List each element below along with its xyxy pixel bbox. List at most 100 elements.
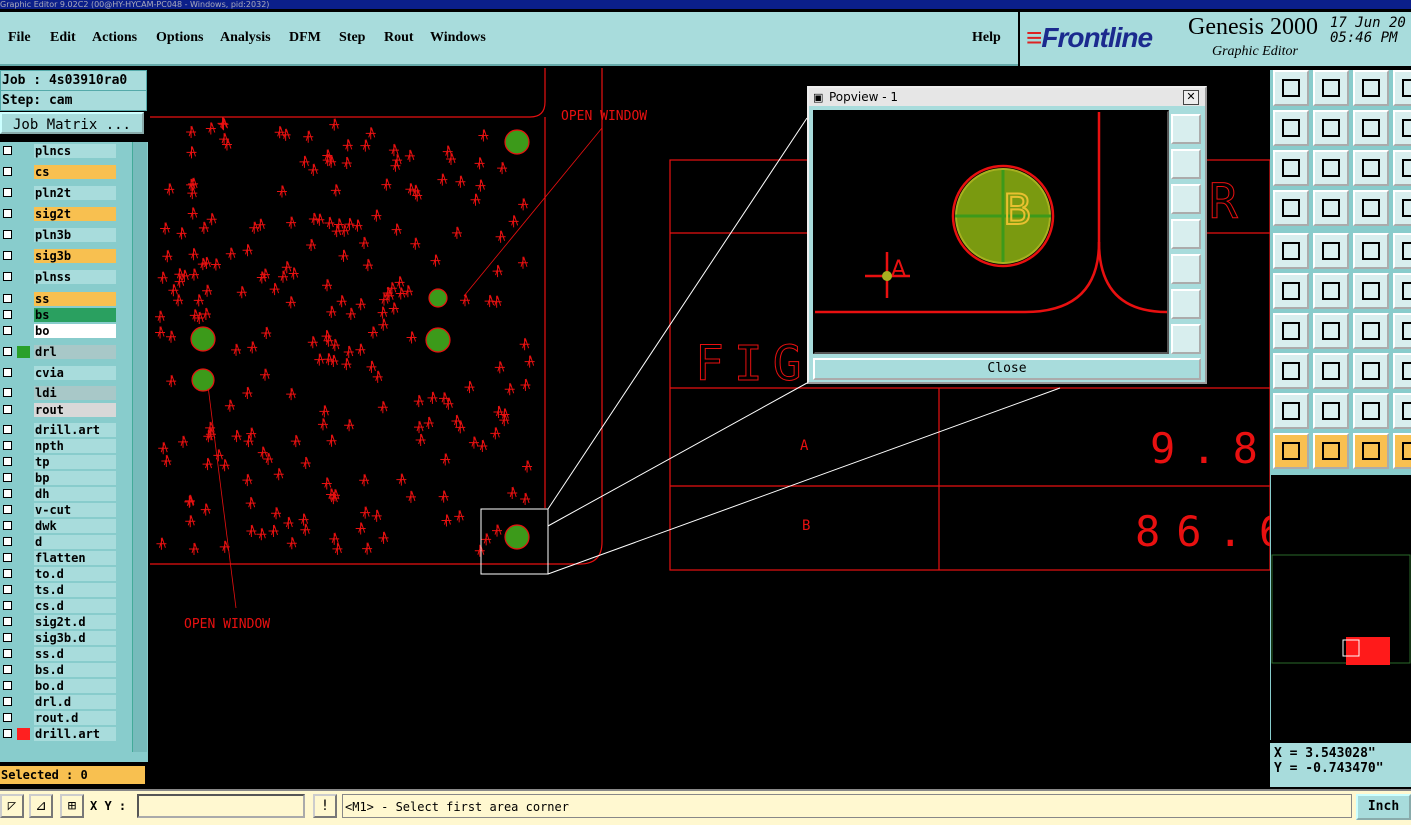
triangle-b-icon[interactable] — [1313, 393, 1349, 429]
layer-checkbox[interactable] — [3, 405, 12, 414]
layer-row-bo[interactable]: bo — [0, 324, 118, 338]
popview-close-button[interactable]: Close — [813, 358, 1201, 380]
layer-row-pln2t[interactable]: pln2t — [0, 186, 118, 200]
triangle-a-icon[interactable] — [1273, 393, 1309, 429]
select-arrow-icon[interactable] — [1273, 433, 1309, 469]
layer-checkbox[interactable] — [3, 505, 12, 514]
layer-row-cs[interactable]: cs — [0, 165, 118, 179]
layer-checkbox[interactable] — [3, 326, 12, 335]
draw-line-icon[interactable] — [1313, 233, 1349, 269]
layer-name[interactable]: ts.d — [34, 583, 116, 597]
grid-icon[interactable]: ⊞ — [60, 794, 84, 818]
layer-name[interactable]: rout — [34, 403, 116, 417]
layer-checkbox[interactable] — [3, 553, 12, 562]
layer-name[interactable]: npth — [34, 439, 116, 453]
layer-checkbox[interactable] — [3, 729, 12, 738]
one-to-one-icon[interactable] — [1353, 150, 1389, 186]
hline-icon[interactable] — [1313, 353, 1349, 389]
home-icon[interactable] — [1353, 70, 1389, 106]
popview-pan-right-icon[interactable] — [1171, 254, 1201, 284]
pan-left-icon[interactable] — [1273, 110, 1309, 146]
layer-row-dwk[interactable]: dwk — [0, 519, 118, 533]
layer-row-drill.art[interactable]: drill.art — [0, 727, 118, 741]
layer-name[interactable]: v-cut — [34, 503, 116, 517]
overview-map[interactable] — [1270, 475, 1411, 740]
layer-name[interactable]: cs.d — [34, 599, 116, 613]
pan-down-icon[interactable] — [1313, 70, 1349, 106]
layer-name[interactable]: ldi — [34, 386, 116, 400]
layer-name[interactable]: drill.art — [34, 423, 116, 437]
layer-row-ss.d[interactable]: ss.d — [0, 647, 118, 661]
layer-name[interactable]: bs — [34, 308, 116, 322]
popview-title-bar[interactable]: ▣ Popview - 1 ✕ — [809, 88, 1205, 106]
select-more-icon[interactable] — [1393, 433, 1411, 469]
popview-pan-left-icon[interactable] — [1171, 219, 1201, 249]
layer-row-pln3b[interactable]: pln3b — [0, 228, 118, 242]
rotate-arc-icon[interactable] — [1353, 313, 1389, 349]
layer-row-ldi[interactable]: ldi — [0, 386, 118, 400]
snap-icon[interactable] — [1393, 353, 1411, 389]
popview-zoom-out-icon[interactable] — [1171, 324, 1201, 354]
layer-checkbox[interactable] — [3, 294, 12, 303]
xy-input[interactable] — [137, 794, 305, 818]
layer-checkbox[interactable] — [3, 601, 12, 610]
popview-canvas[interactable]: B A — [813, 110, 1169, 354]
layer-name[interactable]: sig2t — [34, 207, 116, 221]
layer-checkbox[interactable] — [3, 489, 12, 498]
zoom-window-icon[interactable] — [1393, 110, 1411, 146]
layer-checkbox[interactable] — [3, 146, 12, 155]
layer-row-sig2t[interactable]: sig2t — [0, 207, 118, 221]
layer-name[interactable]: bs.d — [34, 663, 116, 677]
pad-add-icon[interactable] — [1273, 353, 1309, 389]
layer-row-bs.d[interactable]: bs.d — [0, 663, 118, 677]
layer-checkbox[interactable] — [3, 209, 12, 218]
layer-row-tp[interactable]: tp — [0, 455, 118, 469]
layer-checkbox[interactable] — [3, 347, 12, 356]
layer-row-bo.d[interactable]: bo.d — [0, 679, 118, 693]
layer-checkbox[interactable] — [3, 681, 12, 690]
layer-checkbox[interactable] — [3, 251, 12, 260]
layer-row-ss[interactable]: ss — [0, 292, 118, 306]
layer-row-drl[interactable]: drl — [0, 345, 118, 359]
layer-name[interactable]: ss — [34, 292, 116, 306]
layer-checkbox[interactable] — [3, 388, 12, 397]
dimension-icon[interactable] — [1353, 353, 1389, 389]
layer-name[interactable]: sig3b.d — [34, 631, 116, 645]
layer-name[interactable]: d — [34, 535, 116, 549]
layer-name[interactable]: plncs — [34, 144, 116, 158]
layer-checkbox[interactable] — [3, 585, 12, 594]
layer-checkbox[interactable] — [3, 537, 12, 546]
layer-name[interactable]: bo — [34, 324, 116, 338]
layer-checkbox[interactable] — [3, 457, 12, 466]
layer-checkbox[interactable] — [3, 697, 12, 706]
net-icon[interactable] — [1273, 273, 1309, 309]
reset-view-icon[interactable] — [1393, 70, 1411, 106]
layer-row-v-cut[interactable]: v-cut — [0, 503, 118, 517]
layer-row-flatten[interactable]: flatten — [0, 551, 118, 565]
menu-actions[interactable]: Actions — [92, 30, 137, 46]
layer-name[interactable]: flatten — [34, 551, 116, 565]
layer-checkbox[interactable] — [3, 473, 12, 482]
layer-checkbox[interactable] — [3, 167, 12, 176]
layer-checkbox[interactable] — [3, 310, 12, 319]
line-color-icon[interactable] — [1273, 313, 1309, 349]
layer-name[interactable]: cs — [34, 165, 116, 179]
layer-name[interactable]: rout.d — [34, 711, 116, 725]
layer-name[interactable]: sig3b — [34, 249, 116, 263]
move-icon[interactable] — [1353, 273, 1389, 309]
layer-checkbox[interactable] — [3, 441, 12, 450]
layer-checkbox[interactable] — [3, 713, 12, 722]
center-icon[interactable] — [1313, 150, 1349, 186]
layer-name[interactable]: pln2t — [34, 186, 116, 200]
layer-row-sig3b.d[interactable]: sig3b.d — [0, 631, 118, 645]
layer-checkbox[interactable] — [3, 649, 12, 658]
snap-icon[interactable]: ◸ — [0, 794, 24, 818]
layer-checkbox[interactable] — [3, 617, 12, 626]
layer-name[interactable]: dwk — [34, 519, 116, 533]
layer-checkbox[interactable] — [3, 188, 12, 197]
layer-name[interactable]: drl — [34, 345, 116, 359]
layer-checkbox[interactable] — [3, 368, 12, 377]
fit-icon[interactable] — [1273, 150, 1309, 186]
layer-name[interactable]: ss.d — [34, 647, 116, 661]
layer-name[interactable]: tp — [34, 455, 116, 469]
